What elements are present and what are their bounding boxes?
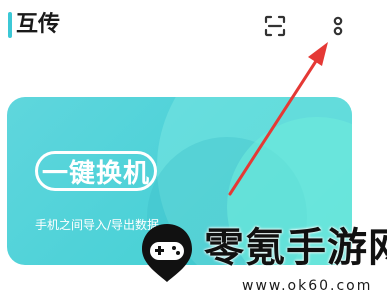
- more-options-button[interactable]: [323, 11, 353, 41]
- page-title: 互传: [16, 12, 61, 37]
- scan-icon: [264, 15, 286, 37]
- watermark: 零氪手游网 www.ok60.com: [136, 218, 387, 302]
- watermark-url: www.ok60.com: [242, 278, 373, 294]
- one-click-switch-button[interactable]: 一键换机: [35, 151, 157, 191]
- gamepad-pin-icon: [142, 224, 192, 282]
- title-accent-bar: [8, 12, 12, 38]
- scan-button[interactable]: [260, 11, 290, 41]
- watermark-site-name: 零氪手游网: [204, 225, 387, 271]
- transfer-screen: 互传 一键换机 手机之间导入/导出数据。 零氪手游 www.ok60.com: [0, 0, 387, 305]
- more-vertical-icon: [333, 16, 343, 36]
